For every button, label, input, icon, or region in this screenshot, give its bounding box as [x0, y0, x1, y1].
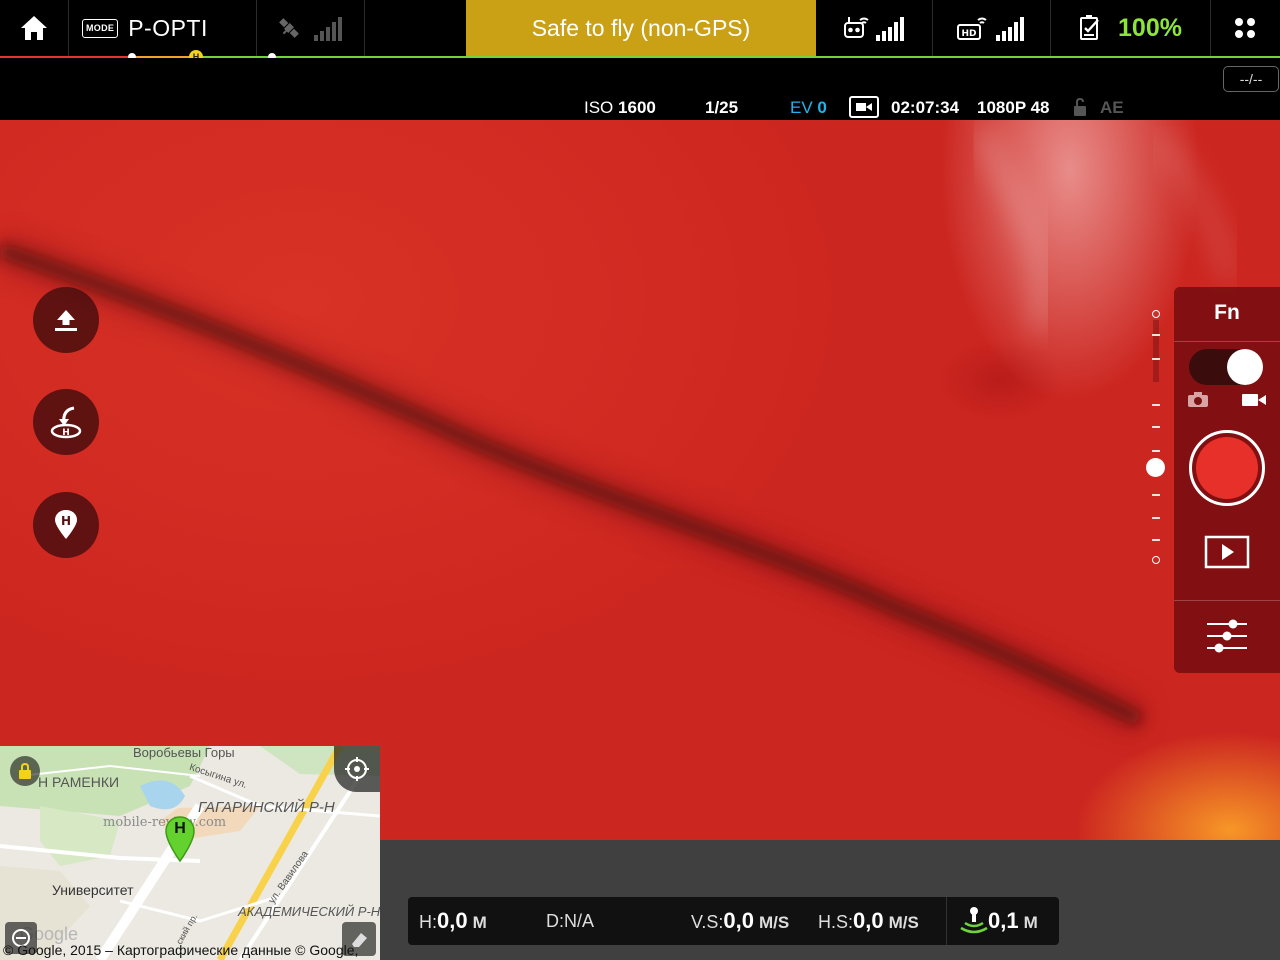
camera-settings-icon[interactable] — [1205, 618, 1249, 654]
flight-status-banner[interactable]: Safe to fly (non-GPS) — [466, 0, 816, 56]
slider-track — [1153, 320, 1159, 382]
battery-status[interactable]: 100% — [1050, 0, 1210, 56]
battery-percentage: 100% — [1118, 13, 1182, 42]
home-point-marker: H — [164, 816, 196, 863]
crosshair-icon — [345, 757, 369, 781]
slider-bottom-marker — [1152, 556, 1160, 564]
iso-readout: ISO 1600 — [584, 98, 656, 117]
flight-telemetry-panel: H:0,0 M D:N/A V.S:0,0 M/S H.S:0,0 M/S 0,… — [408, 897, 1059, 945]
remote-controller-icon — [844, 17, 869, 38]
lock-icon — [1074, 97, 1086, 116]
vertical-speed-readout: V.S:0,0 M/S — [691, 908, 790, 933]
home-marker-label: H — [174, 820, 186, 837]
return-to-home-button[interactable]: H — [33, 389, 99, 455]
shutter-readout: 1/25 — [705, 98, 739, 117]
ev-readout: EV 0 — [790, 98, 827, 117]
home-icon — [21, 16, 47, 40]
distance-readout: D:N/A — [546, 911, 595, 931]
video-link-status[interactable]: HD — [932, 0, 1050, 56]
svg-text:H: H — [61, 514, 71, 528]
video-camera-icon — [1242, 394, 1266, 406]
return-home-icon: H — [50, 406, 82, 439]
gps-signal-icon — [314, 17, 342, 41]
lock-icon — [19, 762, 31, 779]
home-button[interactable] — [0, 0, 68, 56]
record-button-core — [1196, 437, 1258, 499]
map-lock-button[interactable] — [10, 756, 40, 786]
camera-control-panel: Fn — [1174, 287, 1280, 673]
map-label-gagarinsky: ГАГАРИНСКИЙ Р-Н — [198, 799, 335, 816]
record-button[interactable] — [1189, 430, 1265, 506]
mini-map[interactable]: Воробьевы Горы Н РАМЕНКИ Косыгина ул. ГА… — [0, 746, 380, 960]
map-label-university: Университет — [52, 882, 134, 898]
map-locate-button[interactable] — [334, 746, 380, 792]
mode-badge: MODE — [82, 18, 119, 38]
camera-parameters-bar[interactable]: --/-- ISO 1600 1/25 EV 0 02:07:34 1080P … — [0, 58, 1280, 120]
top-status-bar: MODE P-OPTI Safe to fly (non-GPS) HD 100… — [0, 0, 1280, 64]
toggle-knob — [1227, 349, 1263, 385]
map-label-vorobyovy: Воробьевы Горы — [133, 746, 235, 760]
menu-icon — [1235, 18, 1255, 38]
hd-video-icon: HD — [957, 17, 987, 40]
hd-signal-icon — [996, 17, 1024, 41]
height-readout: H:0,0 M — [419, 908, 487, 933]
video-record-icon — [849, 96, 879, 118]
takeoff-icon — [55, 310, 77, 331]
flight-mode-label: P-OPTI — [128, 14, 208, 41]
home-point-icon: H — [55, 510, 77, 539]
ae-lock-label[interactable]: AE — [1100, 98, 1124, 118]
home-point-button[interactable]: H — [33, 492, 99, 558]
photo-camera-icon — [1188, 392, 1208, 407]
horizontal-speed-readout: H.S:0,0 M/S — [818, 908, 919, 933]
flight-mode-indicator[interactable]: MODE P-OPTI — [68, 0, 256, 56]
satellite-icon — [279, 18, 299, 38]
rate-indicator[interactable]: --/-- — [1223, 66, 1279, 92]
camera-feed[interactable] — [0, 0, 1280, 840]
gimbal-pitch-slider[interactable] — [1146, 306, 1166, 570]
map-label-ramenki: Н РАМЕНКИ — [38, 774, 120, 790]
record-time: 02:07:34 — [891, 98, 960, 117]
gps-status[interactable] — [256, 0, 364, 56]
map-copyright: © Google, 2015 – Картографические данные… — [3, 942, 359, 958]
vps-height-readout: 0,1 M — [988, 908, 1038, 933]
battery-icon — [1080, 15, 1099, 40]
photo-video-toggle[interactable] — [1189, 349, 1263, 385]
slider-top-marker — [1152, 310, 1160, 318]
svg-text:HD: HD — [961, 29, 976, 39]
fn-button[interactable]: Fn — [1174, 301, 1280, 325]
takeoff-button[interactable] — [33, 287, 99, 353]
rc-signal-icon — [876, 17, 904, 41]
slider-thumb[interactable] — [1146, 458, 1165, 477]
vision-positioning-icon — [960, 907, 988, 934]
playback-icon[interactable] — [1204, 535, 1250, 569]
map-label-akademichesky: АКАДЕМИЧЕСКИЙ Р-Н — [238, 904, 380, 919]
video-resolution: 1080P 48 — [977, 98, 1050, 117]
svg-text:H: H — [62, 428, 70, 438]
flight-status-text: Safe to fly (non-GPS) — [531, 14, 751, 41]
main-menu-button[interactable] — [1210, 0, 1280, 56]
remote-controller-status[interactable] — [816, 0, 932, 56]
